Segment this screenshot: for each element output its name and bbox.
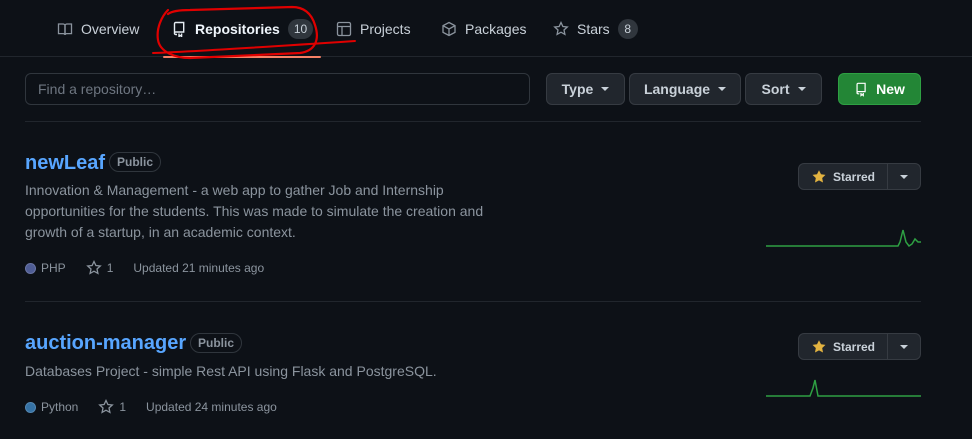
tab-packages[interactable]: Packages [441,0,526,57]
repo-meta: Python 1 Updated 24 minutes ago [25,397,277,417]
tab-repositories[interactable]: Repositories 10 [162,0,322,58]
divider [25,121,921,122]
caret-down-icon [601,87,610,91]
starred-button[interactable]: Starred [799,334,888,359]
repo-count-badge: 10 [287,18,314,39]
repo-description: Databases Project - simple Rest API usin… [25,363,437,379]
sort-button[interactable]: Sort [745,73,822,105]
repo-description: Innovation & Management - a web app to g… [25,182,484,240]
star-icon [85,260,102,275]
star-fill-icon [812,169,826,182]
activity-sparkline [766,229,921,248]
package-icon [442,21,456,36]
tab-label: Repositories [195,20,280,37]
updated-time: Updated 24 minutes ago [146,400,277,414]
tab-stars[interactable]: Stars 8 [553,0,638,57]
repo-icon [856,82,866,97]
caret-down-icon [797,87,806,91]
new-repository-button[interactable]: New [838,73,921,105]
caret-down-icon [900,174,908,179]
repo-meta: PHP 1 Updated 21 minutes ago [25,258,264,278]
repo-icon [173,21,185,37]
stars-count-badge: 8 [617,18,638,39]
repo-language: Python [41,400,79,414]
starred-label: Starred [832,169,876,184]
tab-label: Overview [81,20,140,37]
caret-down-icon [718,87,727,91]
profile-tab-nav: Overview Repositories 10 Projects Packag… [0,0,972,58]
tab-projects[interactable]: Projects [336,0,411,57]
repo-name-link[interactable]: newLeaf [25,152,105,175]
starred-label: Starred [832,339,876,354]
language-color-dot [25,401,36,413]
updated-time: Updated 21 minutes ago [133,261,265,275]
book-icon [57,22,73,35]
star-icon [553,20,569,36]
visibility-badge: Public [190,333,243,353]
visibility-badge: Public [109,152,162,172]
repo-name-link[interactable]: auction-manager [25,332,186,355]
star-list-dropdown[interactable] [888,164,920,189]
star-count: 1 [106,261,114,275]
sort-label: Sort [761,81,790,97]
star-count: 1 [119,400,127,414]
stargazers-link[interactable]: 1 [85,260,114,276]
language-label: Language [643,81,711,97]
tab-label: Packages [465,20,527,37]
divider [25,301,921,302]
repo-language: PHP [41,261,66,275]
find-repository-input[interactable] [25,73,530,105]
type-label: Type [561,81,594,97]
activity-sparkline [766,379,921,397]
stargazers-link[interactable]: 1 [98,399,126,415]
tab-label: Stars [577,20,610,37]
star-button-group: Starred [798,163,921,190]
tab-label: Projects [360,20,411,37]
starred-button[interactable]: Starred [799,164,888,189]
star-icon [98,399,115,414]
caret-down-icon [900,344,908,349]
star-list-dropdown[interactable] [888,334,920,359]
language-filter-button[interactable]: Language [629,73,741,105]
new-label: New [876,81,905,97]
language-color-dot [25,262,36,274]
star-fill-icon [812,339,826,352]
type-filter-button[interactable]: Type [546,73,625,105]
tab-overview[interactable]: Overview [57,0,139,57]
star-button-group: Starred [798,333,921,360]
table-icon [336,21,352,36]
